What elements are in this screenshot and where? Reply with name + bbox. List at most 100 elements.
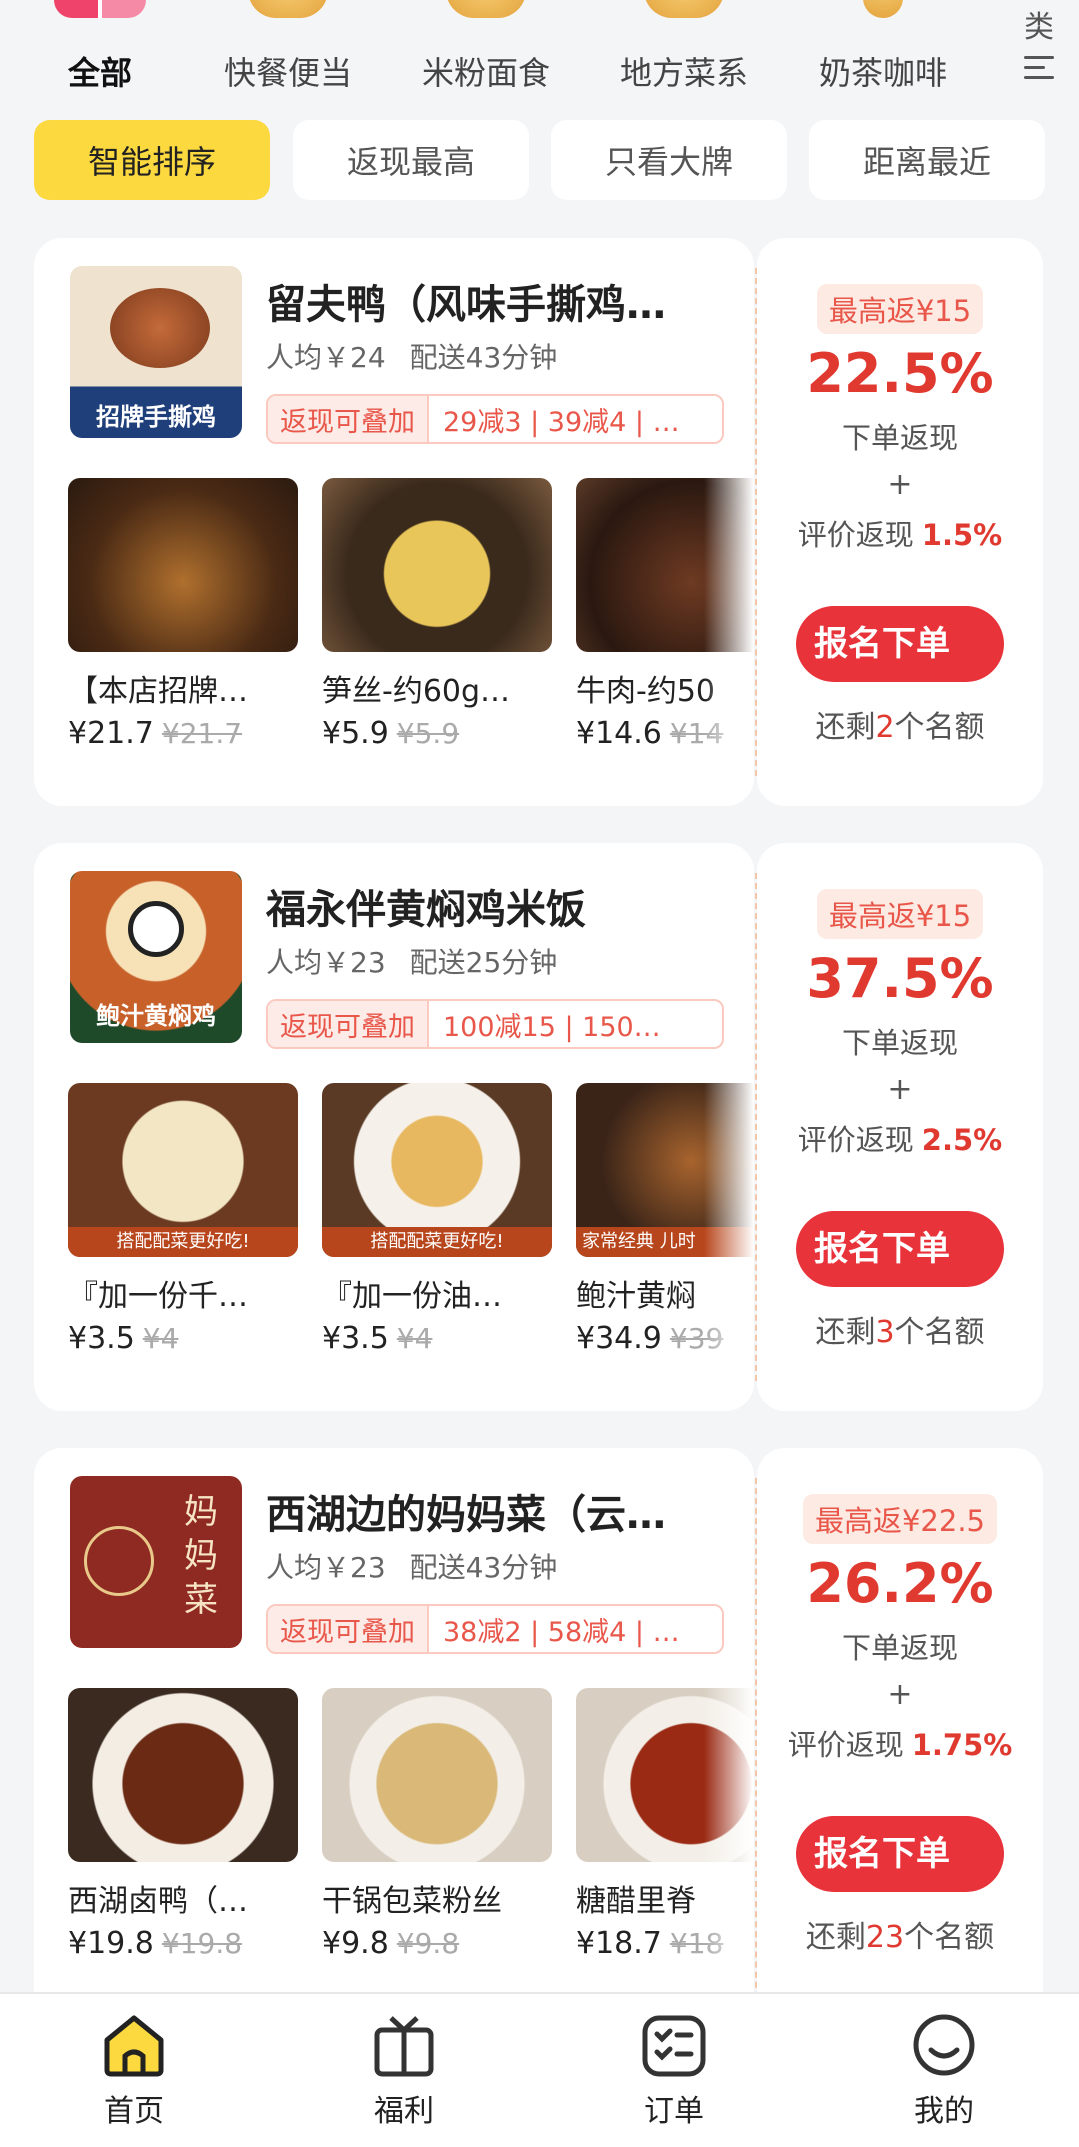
- category-regional[interactable]: 地方菜系: [604, 0, 764, 100]
- category-label: 快餐便当: [223, 54, 352, 92]
- review-percent: 1.75%: [911, 1728, 1013, 1762]
- tab-home[interactable]: 首页: [54, 2012, 214, 2130]
- store-meta: 人均￥23 配送43分钟: [266, 1546, 581, 1586]
- scroll-fade: [704, 1083, 754, 1363]
- store-meta: 人均￥24 配送43分钟: [266, 336, 581, 376]
- current-price: ¥14.6: [576, 716, 662, 751]
- store-card[interactable]: 鲍汁黄焖鸡 福永伴黄焖鸡米饭 人均￥23 配送25分钟 返现可叠加 100减15 |…: [34, 843, 754, 1411]
- tab-label: 首页: [104, 2094, 164, 2129]
- remaining-slots: 还剩3个名额: [757, 1307, 1043, 1351]
- remain-count: 23: [865, 1920, 905, 1955]
- sort-highest-cashback[interactable]: 返现最高: [293, 120, 529, 200]
- dish-photo: 搭配配菜更好吃!: [68, 1083, 298, 1257]
- dish-item[interactable]: 【本店招牌… ¥21.7 ¥21.7: [68, 478, 298, 751]
- current-price: ¥3.5: [322, 1321, 389, 1356]
- store-logo: 鲍汁黄焖鸡: [70, 871, 242, 1043]
- remain-suffix: 个名额: [894, 1315, 985, 1350]
- store-meta: 人均￥23 配送25分钟: [266, 941, 581, 981]
- dish-item[interactable]: 笋丝-约60g… ¥5.9 ¥5.9: [322, 478, 552, 751]
- review-label: 评价返现: [797, 1123, 914, 1157]
- delivery-time: 配送25分钟: [409, 946, 558, 979]
- original-price: ¥21.7: [161, 717, 243, 750]
- store-card[interactable]: 招牌手撕鸡 留夫鸭（风味手撕鸡… 人均￥24 配送43分钟 返现可叠加 29减3 |…: [34, 238, 754, 806]
- tab-me[interactable]: 我的: [864, 2012, 1024, 2130]
- dish-name: 『加一份油…: [322, 1279, 502, 1314]
- current-price: ¥19.8: [68, 1926, 154, 1961]
- remaining-slots: 还剩23个名额: [757, 1912, 1043, 1956]
- review-label: 评价返现: [797, 518, 914, 552]
- cashback-percent: 26.2%: [806, 1552, 994, 1615]
- original-price: ¥19.8: [161, 1927, 243, 1960]
- category-all[interactable]: 全部: [20, 0, 180, 100]
- stackable-tag: 返现可叠加: [268, 1606, 429, 1652]
- store-name: 福永伴黄焖鸡米饭: [266, 887, 586, 933]
- home-icon: [104, 2015, 164, 2077]
- dish-price: ¥9.8 ¥9.8: [322, 1926, 552, 1961]
- cashback-panel: 最高返¥22.5 26.2% 下单返现 + 评价返现 1.75% 报名下单 还剩2…: [755, 1448, 1043, 2048]
- store-card[interactable]: 妈妈菜 西湖边的妈妈菜（云… 人均￥23 配送43分钟 返现可叠加 38减2 | 5…: [34, 1448, 754, 2048]
- dish-price: ¥3.5 ¥4: [322, 1321, 552, 1356]
- original-price: ¥4: [396, 1322, 433, 1355]
- category-all-icon: [54, 0, 146, 18]
- tab-benefits[interactable]: 福利: [324, 2012, 484, 2130]
- store-logo: 妈妈菜: [70, 1476, 242, 1648]
- dish-name: 『加一份千…: [68, 1279, 248, 1314]
- sort-nearest[interactable]: 距离最近: [809, 120, 1045, 200]
- order-cashback-label: 下单返现: [841, 1026, 958, 1060]
- category-noodles[interactable]: 米粉面食: [406, 0, 566, 100]
- original-price: ¥9.8: [396, 1927, 460, 1960]
- logo-text: 鲍汁黄焖鸡: [96, 1002, 216, 1030]
- plus-sign: +: [887, 1677, 913, 1712]
- avg-price: 人均￥23: [266, 1551, 386, 1584]
- current-price: ¥18.7: [576, 1926, 662, 1961]
- discount-deals: 100减15 | 150…: [443, 1011, 661, 1043]
- store-name: 留夫鸭（风味手撕鸡…: [266, 282, 666, 328]
- category-label: 奶茶咖啡: [818, 54, 947, 92]
- max-cashback-badge: 最高返¥22.5: [802, 1494, 998, 1544]
- category-tea-coffee[interactable]: 奶茶咖啡: [803, 0, 963, 100]
- dish-name: 笋丝-约60g…: [322, 674, 511, 709]
- review-cashback: 评价返现 1.5%: [757, 512, 1043, 554]
- remain-count: 2: [875, 710, 895, 745]
- category-fast-food[interactable]: 快餐便当: [208, 0, 368, 100]
- more-label: 类: [1024, 10, 1054, 45]
- tab-orders[interactable]: 订单: [594, 2012, 754, 2130]
- dish-name: 西湖卤鸭（…: [68, 1884, 248, 1919]
- scroll-fade: [704, 478, 754, 758]
- review-cashback: 评价返现 1.75%: [757, 1722, 1043, 1764]
- max-cashback-badge: 最高返¥15: [816, 284, 984, 334]
- review-percent: 2.5%: [921, 1123, 1003, 1157]
- dish-price: ¥21.7 ¥21.7: [68, 716, 298, 751]
- promo-bar: 返现可叠加 100减15 | 150…: [266, 999, 724, 1049]
- dish-icon: [644, 0, 724, 18]
- logo-text: 招牌手撕鸡: [96, 403, 216, 431]
- dish-name: 干锅包菜粉丝: [322, 1884, 502, 1919]
- max-cashback-badge: 最高返¥15: [816, 889, 984, 939]
- gift-icon: [374, 2016, 434, 2077]
- dish-item[interactable]: 搭配配菜更好吃! 『加一份油… ¥3.5 ¥4: [322, 1083, 552, 1356]
- stackable-tag: 返现可叠加: [268, 1001, 429, 1047]
- order-cashback-label: 下单返现: [841, 1631, 958, 1665]
- dish-photo: [68, 478, 298, 652]
- signup-order-button[interactable]: 报名下单: [796, 1211, 1004, 1287]
- dish-photo: [322, 478, 552, 652]
- dish-item[interactable]: 西湖卤鸭（… ¥19.8 ¥19.8: [68, 1688, 298, 1961]
- dish-item[interactable]: 搭配配菜更好吃! 『加一份千… ¥3.5 ¥4: [68, 1083, 298, 1356]
- signup-order-button[interactable]: 报名下单: [796, 1816, 1004, 1892]
- current-price: ¥9.8: [322, 1926, 389, 1961]
- store-logo: 招牌手撕鸡: [70, 266, 242, 438]
- remaining-slots: 还剩2个名额: [757, 702, 1043, 746]
- dish-list: 西湖卤鸭（… ¥19.8 ¥19.8 干锅包菜粉丝 ¥9.8 ¥9.8 糖醋里脊 ¥…: [68, 1688, 754, 1968]
- plus-sign: +: [887, 467, 913, 502]
- all-categories-button[interactable]: 类: [1019, 2, 1059, 86]
- signup-order-button[interactable]: 报名下单: [796, 606, 1004, 682]
- category-label: 米粉面食: [421, 54, 550, 92]
- promo-bar: 返现可叠加 38减2 | 58减4 | …: [266, 1604, 724, 1654]
- sort-big-brands[interactable]: 只看大牌: [551, 120, 787, 200]
- cashback-percent: 22.5%: [806, 342, 994, 405]
- current-price: ¥34.9: [576, 1321, 662, 1356]
- delivery-time: 配送43分钟: [409, 1551, 558, 1584]
- sort-smart[interactable]: 智能排序: [34, 120, 270, 200]
- dish-item[interactable]: 干锅包菜粉丝 ¥9.8 ¥9.8: [322, 1688, 552, 1961]
- category-bar: 全部 快餐便当 米粉面食 地方菜系 奶茶咖啡 类: [0, 0, 1079, 100]
